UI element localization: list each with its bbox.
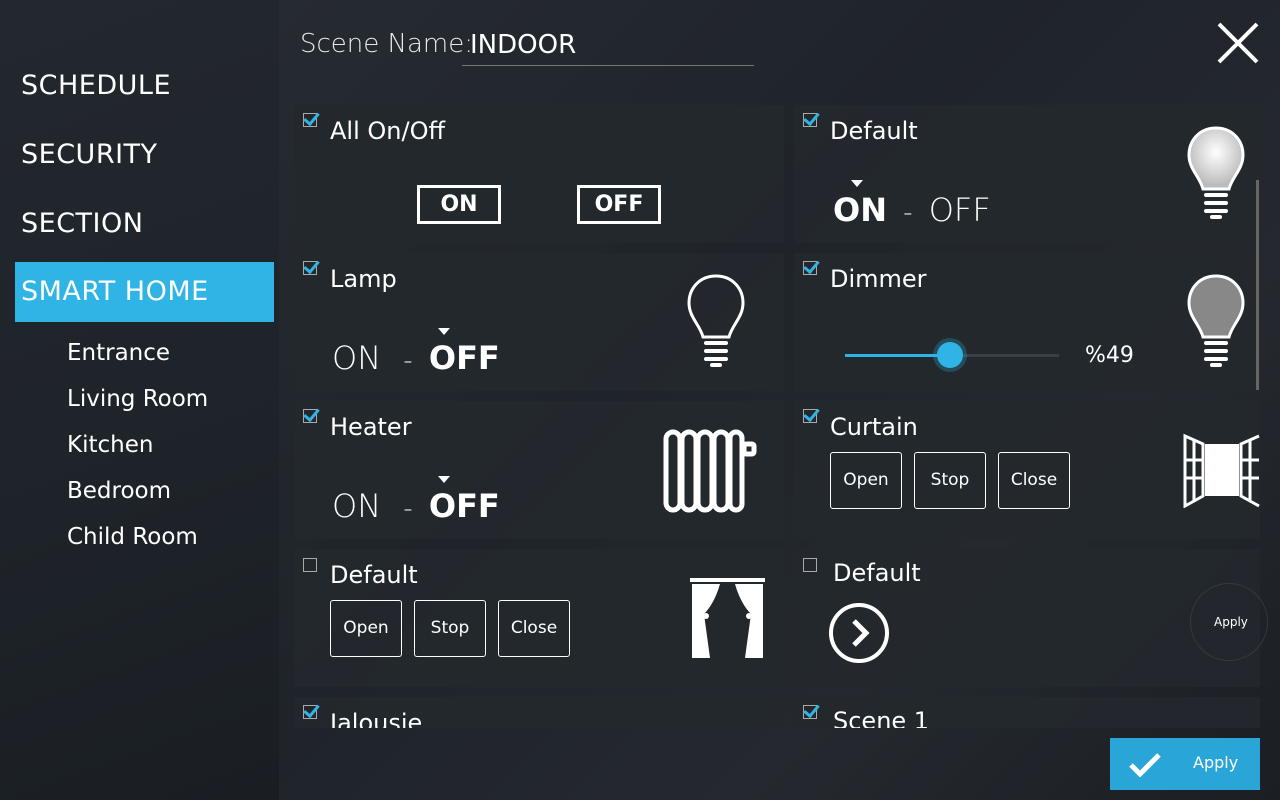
checkbox-default-light[interactable] bbox=[803, 113, 817, 127]
curtain-open-button[interactable]: Open bbox=[830, 452, 902, 509]
state-indicator-icon bbox=[851, 180, 863, 187]
lamp-off: OFF bbox=[428, 339, 500, 377]
default-open-button[interactable]: Open bbox=[330, 600, 402, 657]
dimmer-slider-fill bbox=[845, 354, 950, 357]
default-light-on: ON bbox=[833, 191, 887, 229]
sub-item-entrance[interactable]: Entrance bbox=[67, 342, 170, 365]
lamp-toggle[interactable]: ON - OFF bbox=[332, 342, 500, 374]
heater-toggle[interactable]: ON - OFF bbox=[332, 490, 500, 522]
sub-item-child-room[interactable]: Child Room bbox=[67, 526, 198, 549]
lamp-on: ON bbox=[332, 339, 382, 377]
scene-apply-label: Apply bbox=[1214, 615, 1248, 629]
scene-apply-button[interactable]: Apply bbox=[1190, 583, 1268, 661]
apply-button-label: Apply bbox=[1193, 753, 1239, 772]
lamp-sep: - bbox=[403, 346, 413, 376]
checkbox-curtain[interactable] bbox=[803, 409, 817, 423]
card-title-jalousie: Jalousie bbox=[330, 709, 423, 728]
state-indicator-icon bbox=[438, 476, 450, 483]
card-title-default-curtain: Default bbox=[330, 561, 418, 589]
sub-item-living-room[interactable]: Living Room bbox=[67, 388, 208, 411]
all-off-button[interactable]: OFF bbox=[577, 185, 661, 224]
checkbox-scene1[interactable] bbox=[803, 705, 817, 719]
card-title-default-scene: Default bbox=[833, 559, 921, 587]
chevron-right-circle-icon[interactable] bbox=[828, 602, 890, 664]
state-indicator-icon bbox=[438, 328, 450, 335]
apply-button[interactable]: Apply bbox=[1110, 738, 1260, 790]
checkbox-all-onoff[interactable] bbox=[303, 113, 317, 127]
card-title-dimmer: Dimmer bbox=[830, 265, 927, 293]
heater-on: ON bbox=[332, 487, 382, 525]
checkbox-default-scene[interactable] bbox=[803, 558, 817, 572]
radiator-icon bbox=[663, 429, 757, 513]
bulb-on-icon bbox=[1187, 126, 1245, 219]
heater-off: OFF bbox=[428, 487, 500, 525]
dimmer-slider[interactable] bbox=[845, 342, 1059, 368]
card-title-lamp: Lamp bbox=[330, 265, 397, 293]
window-icon bbox=[1183, 433, 1260, 508]
checkbox-dimmer[interactable] bbox=[803, 261, 817, 275]
bulb-off-icon bbox=[687, 274, 745, 367]
checkbox-heater[interactable] bbox=[303, 409, 317, 423]
nav-item-smart-home[interactable]: SMART HOME bbox=[15, 262, 274, 322]
all-on-button[interactable]: ON bbox=[417, 185, 501, 224]
default-light-toggle[interactable]: ON - OFF bbox=[833, 194, 991, 226]
scene-name-label: Scene Name: bbox=[300, 29, 473, 59]
default-stop-button[interactable]: Stop bbox=[414, 600, 486, 657]
nav-item-schedule[interactable]: SCHEDULE bbox=[21, 72, 171, 99]
checkbox-jalousie[interactable] bbox=[303, 705, 317, 719]
dimmer-value: %49 bbox=[1085, 343, 1134, 368]
card-title-default-light: Default bbox=[830, 117, 918, 145]
curtain-icon bbox=[690, 578, 765, 658]
bulb-dim-icon bbox=[1187, 274, 1245, 367]
nav-item-security[interactable]: SECURITY bbox=[21, 141, 158, 168]
card-title-curtain: Curtain bbox=[830, 413, 918, 441]
curtain-stop-button[interactable]: Stop bbox=[914, 452, 986, 509]
card-scene1: Scene 1 bbox=[794, 697, 1260, 728]
scene-name-input[interactable] bbox=[462, 24, 754, 66]
sidebar: SCHEDULE SECURITY SECTION SMART HOME Ent… bbox=[0, 0, 279, 800]
dimmer-slider-thumb[interactable] bbox=[937, 342, 963, 368]
card-title-scene1: Scene 1 bbox=[833, 707, 930, 728]
default-light-off: OFF bbox=[928, 191, 991, 229]
card-jalousie: Jalousie bbox=[294, 697, 784, 728]
default-close-button[interactable]: Close bbox=[498, 600, 570, 657]
checkbox-default-curtain[interactable] bbox=[303, 558, 317, 572]
card-title-heater: Heater bbox=[330, 413, 412, 441]
heater-sep: - bbox=[403, 494, 413, 524]
scrollbar[interactable] bbox=[1256, 180, 1259, 390]
nav-item-section[interactable]: SECTION bbox=[21, 210, 143, 237]
sub-item-bedroom[interactable]: Bedroom bbox=[67, 480, 171, 503]
sub-item-kitchen[interactable]: Kitchen bbox=[67, 434, 153, 457]
nav-item-smart-home-label: SMART HOME bbox=[21, 276, 209, 307]
default-light-sep: - bbox=[903, 198, 913, 228]
card-title-all-onoff: All On/Off bbox=[330, 117, 445, 145]
close-icon[interactable] bbox=[1216, 21, 1260, 65]
check-icon bbox=[1129, 753, 1161, 778]
checkbox-lamp[interactable] bbox=[303, 261, 317, 275]
curtain-close-button[interactable]: Close bbox=[998, 452, 1070, 509]
